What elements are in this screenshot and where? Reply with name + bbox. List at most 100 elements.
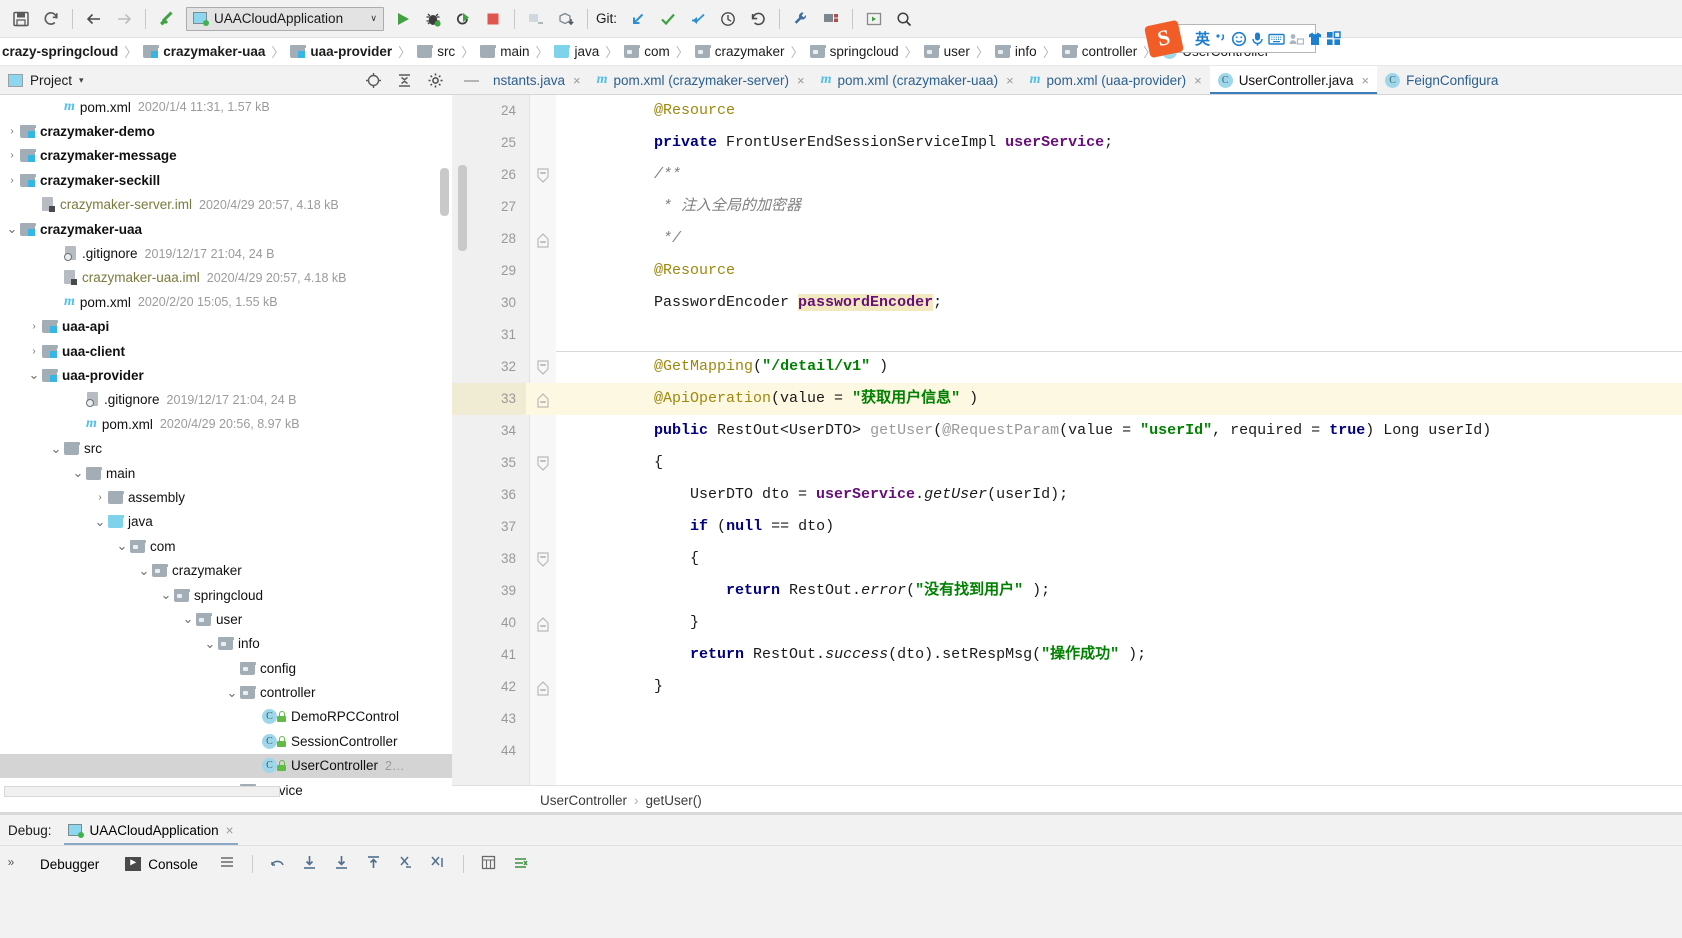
ime-emoji-icon[interactable] xyxy=(1231,28,1247,50)
sync-refresh-icon[interactable] xyxy=(36,4,66,34)
update-project-icon[interactable] xyxy=(551,4,581,34)
tree-row[interactable]: ⌄ controller xyxy=(0,680,452,704)
code-line[interactable]: 26 /** xyxy=(452,159,1682,191)
chevron-right-icon[interactable]: › xyxy=(4,126,20,137)
code-line[interactable]: 32 @GetMapping("/detail/v1" ) xyxy=(452,351,1682,383)
tree-row[interactable]: C DemoRPCControl xyxy=(0,705,452,729)
line-number[interactable]: 37 xyxy=(452,511,526,543)
tree-row[interactable]: config xyxy=(0,656,452,680)
code-line[interactable]: 31 xyxy=(452,319,1682,351)
editor-tab-usercontroller-java[interactable]: C UserController.java × xyxy=(1209,66,1378,94)
line-number[interactable]: 34 xyxy=(452,415,526,447)
fold-region-start-icon[interactable] xyxy=(536,168,550,183)
line-number[interactable]: 42 xyxy=(452,671,526,703)
fold-region-end-icon[interactable] xyxy=(536,680,550,696)
tree-row[interactable]: C SessionController xyxy=(0,729,452,753)
chevron-down-icon[interactable]: ⌄ xyxy=(4,222,20,235)
close-icon[interactable]: × xyxy=(1006,73,1014,88)
code-line[interactable]: 38 { xyxy=(452,543,1682,575)
ime-user-icon[interactable] xyxy=(1288,28,1305,50)
stop-button[interactable] xyxy=(478,4,508,34)
git-history-icon[interactable] xyxy=(713,4,743,34)
tree-row[interactable]: ⌄ crazymaker-uaa xyxy=(0,217,452,241)
code-line[interactable]: 25 private FrontUserEndSessionServiceImp… xyxy=(452,127,1682,159)
editor-tab-pom-xml-crazymaker-uaa-[interactable]: m pom.xml (crazymaker-uaa) × xyxy=(813,66,1022,94)
tree-row[interactable]: ⌄ uaa-provider xyxy=(0,363,452,387)
breadcrumb-item-springcloud[interactable]: springcloud xyxy=(808,44,901,59)
tree-row[interactable]: ⌄ crazymaker xyxy=(0,558,452,582)
search-everywhere-icon[interactable] xyxy=(889,4,919,34)
editor-tab-feignconfigura[interactable]: C FeignConfigura xyxy=(1377,66,1506,94)
fold-region-end-icon[interactable] xyxy=(536,392,550,408)
breadcrumb-item-crazymaker-uaa[interactable]: crazymaker-uaa xyxy=(141,44,267,59)
tree-row-selected[interactable]: C UserController 2… xyxy=(0,753,452,778)
step-into-icon[interactable] xyxy=(299,852,321,872)
chevron-down-icon[interactable]: ⌄ xyxy=(136,564,152,577)
tree-row[interactable]: m pom.xml 2020/2/20 15:05, 1.55 kB xyxy=(0,290,452,314)
line-number[interactable]: 24 xyxy=(452,95,526,127)
tree-row[interactable]: › crazymaker-seckill xyxy=(0,168,452,192)
close-icon[interactable]: × xyxy=(226,823,234,838)
run-configuration-selector[interactable]: UAACloudApplication ∨ xyxy=(186,6,384,31)
code-line[interactable]: 40 } xyxy=(452,607,1682,639)
mute-breakpoints-icon[interactable] xyxy=(510,852,532,872)
editor-breadcrumb-item-usercontroller[interactable]: UserController xyxy=(540,793,627,808)
line-number[interactable]: 36 xyxy=(452,479,526,511)
ime-voice-input-icon[interactable] xyxy=(1250,28,1265,50)
editor-code-lines[interactable]: 24 @Resource 25 private FrontUserEndSessi… xyxy=(452,95,1682,767)
drop-frame-icon[interactable] xyxy=(395,852,417,872)
debug-session-tab[interactable]: UAACloudApplication × xyxy=(60,815,242,845)
chevron-right-icon[interactable]: › xyxy=(26,346,42,357)
layout-settings-icon[interactable] xyxy=(216,852,238,872)
tree-row[interactable]: .gitignore 2019/12/17 21:04, 24 B xyxy=(0,241,452,265)
close-icon[interactable]: × xyxy=(1194,73,1202,88)
sogou-logo-icon[interactable]: S xyxy=(1144,19,1184,59)
project-tree-vertical-scrollbar[interactable] xyxy=(440,168,449,216)
ime-punctuation-icon[interactable] xyxy=(1213,28,1228,50)
code-line[interactable]: 44 xyxy=(452,735,1682,767)
navigate-back-icon[interactable] xyxy=(79,4,109,34)
line-number[interactable]: 33 xyxy=(452,383,526,415)
breadcrumb-item-crazy-springcloud[interactable]: crazy-springcloud xyxy=(0,44,120,59)
navigate-forward-icon[interactable] xyxy=(109,4,139,34)
code-editor[interactable]: 24 @Resource 25 private FrontUserEndSessi… xyxy=(452,95,1682,785)
line-number[interactable]: 44 xyxy=(452,735,526,767)
breadcrumb-item-crazymaker[interactable]: crazymaker xyxy=(693,44,787,59)
breadcrumb-item-uaa-provider[interactable]: uaa-provider xyxy=(288,44,394,59)
tree-row[interactable]: m pom.xml 2020/4/29 20:56, 8.97 kB xyxy=(0,412,452,436)
code-line[interactable]: 34 public RestOut<UserDTO> getUser(@Requ… xyxy=(452,415,1682,447)
project-structure-icon[interactable] xyxy=(816,4,846,34)
overflow-chevron-icon[interactable]: » xyxy=(0,852,22,872)
code-line[interactable]: 41 return RestOut.success(dto).setRespMs… xyxy=(452,639,1682,671)
tree-row[interactable]: ⌄ user xyxy=(0,607,452,631)
evaluate-expression-icon[interactable] xyxy=(478,852,500,872)
ime-skin-icon[interactable] xyxy=(1307,28,1323,50)
close-icon[interactable]: × xyxy=(797,73,805,88)
git-commit-icon[interactable] xyxy=(653,4,683,34)
collapse-all-icon[interactable] xyxy=(396,72,413,89)
chevron-down-icon[interactable]: ⌄ xyxy=(92,515,108,528)
chevron-right-icon[interactable]: › xyxy=(26,321,42,332)
code-line[interactable]: 27 * 注入全局的加密器 xyxy=(452,191,1682,223)
run-to-cursor-icon[interactable] xyxy=(427,852,449,872)
line-number[interactable]: 40 xyxy=(452,607,526,639)
tree-row[interactable]: ⌄ java xyxy=(0,510,452,534)
editor-marker-thumb[interactable] xyxy=(458,165,467,251)
git-rollback-icon[interactable] xyxy=(743,4,773,34)
run-with-coverage-button[interactable] xyxy=(448,4,478,34)
project-tree[interactable]: m pom.xml 2020/1/4 11:31, 1.57 kB › crazymak… xyxy=(0,95,452,812)
scroll-from-source-icon[interactable] xyxy=(365,72,382,89)
code-line[interactable]: 39 return RestOut.error("没有找到用户" ); xyxy=(452,575,1682,607)
line-number[interactable]: 43 xyxy=(452,703,526,735)
close-icon[interactable]: × xyxy=(1361,73,1369,88)
git-update-project-icon[interactable] xyxy=(623,4,653,34)
chevron-down-icon[interactable]: ⌄ xyxy=(114,539,130,552)
fold-region-end-icon[interactable] xyxy=(536,232,550,248)
tree-row[interactable]: .gitignore 2019/12/17 21:04, 24 B xyxy=(0,388,452,412)
tree-row[interactable]: › crazymaker-message xyxy=(0,144,452,168)
code-line[interactable]: 36 UserDTO dto = userService.getUser(use… xyxy=(452,479,1682,511)
tree-row[interactable]: m pom.xml 2020/1/4 11:31, 1.57 kB xyxy=(0,95,452,119)
line-number[interactable]: 41 xyxy=(452,639,526,671)
editor-tab-nstants-java[interactable]: nstants.java × xyxy=(485,66,589,94)
editor-breadcrumb-item-getuser-[interactable]: getUser() xyxy=(646,793,702,808)
